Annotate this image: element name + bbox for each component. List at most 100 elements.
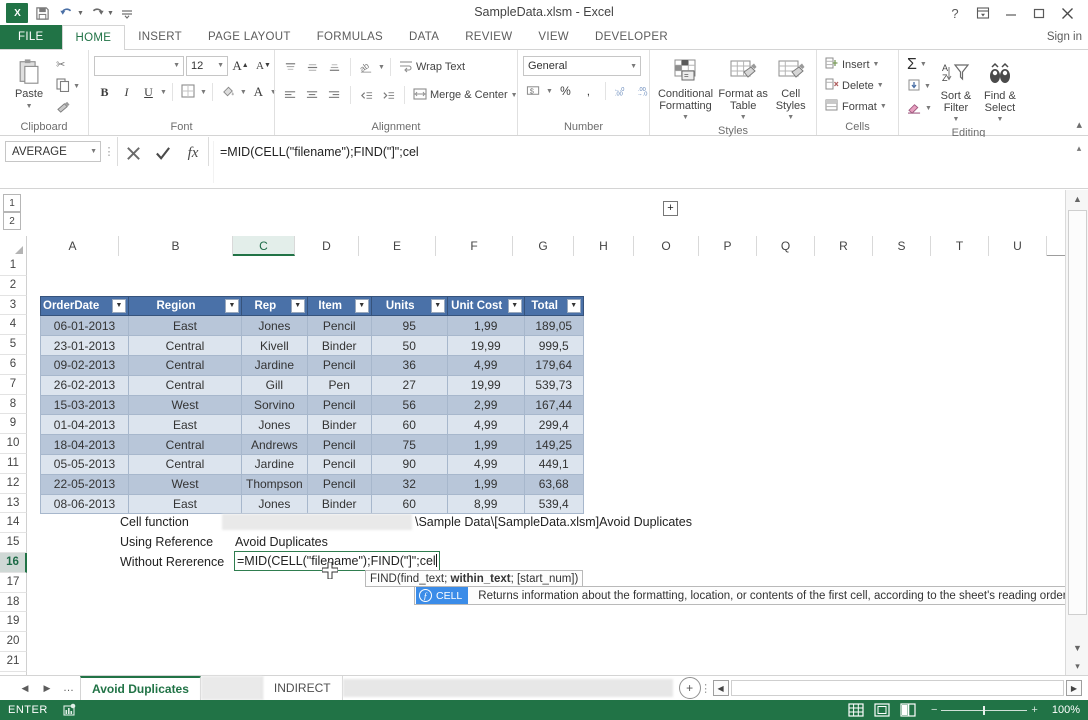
table-row[interactable]: 22-05-2013 West Thompson Pencil 32 1,99 63,68 [40,473,584,495]
tab-home[interactable]: HOME [61,25,126,50]
scroll-up-icon[interactable]: ▲ [1066,190,1088,208]
normal-view-icon[interactable] [843,700,869,720]
column-header-d[interactable]: D [295,236,359,256]
filter-icon-orderdate[interactable]: ▼ [112,298,126,313]
cell-unit-cost[interactable]: 1,99 [446,473,525,495]
insert-dropdown-arrow[interactable]: ▼ [873,61,880,68]
split-handle-icon[interactable]: ⋮ [700,678,711,698]
autocomplete-item-cell[interactable]: ƒ CELL [416,587,469,604]
cell-rep[interactable]: Jones [241,315,308,337]
row-header-8[interactable]: 8 [0,394,27,415]
cell-unit-cost[interactable]: 19,99 [446,374,525,396]
cell-item[interactable]: Pencil [306,354,372,376]
undo-icon[interactable] [55,2,79,24]
sheet-tab-indirect[interactable]: INDIRECT [263,676,343,700]
zoom-out-button[interactable]: − [931,704,937,716]
merge-center-button[interactable]: Merge & Center ▼ [410,85,521,106]
percent-style-button[interactable]: % [555,81,576,102]
name-box-dropdown-arrow[interactable]: ▼ [90,148,97,155]
table-header-total[interactable]: Total ▼ [523,295,584,317]
row-header-1[interactable]: 1 [0,256,27,276]
cell-units[interactable]: 50 [370,335,448,356]
cell-units[interactable]: 36 [370,354,448,376]
cell-orderdate[interactable]: 26-02-2013 [40,374,129,396]
font-name-dropdown-arrow[interactable]: ▼ [173,62,180,69]
cell-item[interactable]: Pencil [306,434,372,455]
find-select-dropdown-arrow[interactable]: ▼ [996,114,1003,126]
select-all-corner[interactable] [0,236,27,256]
row-header-12[interactable]: 12 [0,473,27,494]
table-header-unit-cost[interactable]: Unit Cost ▼ [446,295,525,317]
cell-unit-cost[interactable]: 19,99 [446,335,525,356]
cell-item[interactable]: Pencil [306,394,372,416]
cell-b15-label[interactable]: Using Reference [120,533,213,553]
cell-total[interactable]: 539,4 [523,493,584,515]
filter-icon-region[interactable]: ▼ [225,298,239,313]
cell-item[interactable]: Pencil [306,473,372,495]
tab-developer[interactable]: DEVELOPER [582,25,681,49]
row-header-21[interactable]: 21 [0,651,27,672]
name-box[interactable]: AVERAGE ▼ [5,141,101,162]
customize-quick-access-icon[interactable] [115,2,139,24]
row-header-5[interactable]: 5 [0,335,27,355]
cell-styles-button[interactable]: Cell Styles ▼ [770,52,811,124]
row-header-2[interactable]: 2 [0,275,27,296]
zoom-slider[interactable]: − + [921,704,1046,716]
table-row[interactable]: 08-06-2013 East Jones Binder 60 8,99 539,4 [40,493,584,515]
filter-icon-item[interactable]: ▼ [354,298,369,313]
zoom-in-button[interactable]: + [1031,704,1037,716]
font-name-combo[interactable]: ▼ [94,55,184,76]
align-top-button[interactable] [280,57,301,78]
previous-sheet-icon[interactable]: ◀ [14,678,36,698]
table-header-item[interactable]: Item ▼ [306,295,372,317]
restore-icon[interactable] [1026,1,1052,25]
cell-orderdate[interactable]: 06-01-2013 [40,315,129,337]
tab-view[interactable]: VIEW [525,25,582,49]
autosum-button[interactable]: Σ ▼ [904,54,935,75]
cell-total[interactable]: 299,4 [523,414,584,436]
font-size-dropdown-arrow[interactable]: ▼ [217,62,224,69]
clear-dropdown-arrow[interactable]: ▼ [925,105,932,112]
increase-indent-button[interactable] [378,85,399,106]
row-header-6[interactable]: 6 [0,354,27,375]
zoom-track[interactable] [941,705,1028,715]
cell-units[interactable]: 95 [370,315,448,337]
cell-total[interactable]: 999,5 [523,335,584,356]
italic-button[interactable]: I [116,82,137,103]
vertical-scrollbar[interactable]: ▲ ▼ ▾ [1065,190,1088,675]
insert-cells-button[interactable]: Insert ▼ [822,54,882,75]
filter-icon-total[interactable]: ▼ [566,298,581,313]
cell-item[interactable]: Pencil [306,453,372,475]
format-as-table-dropdown-arrow[interactable]: ▼ [740,112,747,124]
copy-dropdown-arrow[interactable]: ▼ [73,83,80,90]
vertical-scroll-thumb[interactable] [1068,210,1087,615]
hscroll-left-icon[interactable]: ◀ [712,680,729,696]
fill-color-dropdown-arrow[interactable]: ▼ [240,89,247,96]
cell-units[interactable]: 60 [370,493,448,515]
column-header-g[interactable]: G [513,236,574,256]
sign-in-link[interactable]: Sign in [1047,25,1088,49]
number-format-combo[interactable]: General ▼ [523,56,641,76]
row-header-7[interactable]: 7 [0,374,27,395]
column-header-h[interactable]: H [574,236,634,256]
column-header-c[interactable]: C [233,236,295,256]
cell-rep[interactable]: Jardine [241,354,308,376]
paste-dropdown-arrow[interactable]: ▼ [26,101,33,113]
cell-units[interactable]: 27 [370,374,448,396]
table-header-region[interactable]: Region ▼ [128,295,242,317]
more-sheets-icon[interactable]: … [58,678,80,698]
table-row[interactable]: 06-01-2013 East Jones Pencil 95 1,99 189,05 [40,315,584,337]
font-color-button[interactable]: A [248,82,269,103]
cell-unit-cost[interactable]: 8,99 [446,493,525,515]
table-row[interactable]: 09-02-2013 Central Jardine Pencil 36 4,99 179,… [40,354,584,376]
paste-button[interactable]: Paste ▼ [5,52,53,112]
fill-button[interactable]: ▼ [904,76,935,97]
sort-filter-button[interactable]: AZ Sort & Filter ▼ [935,54,977,126]
table-row[interactable]: 01-04-2013 East Jones Binder 60 4,99 299,4 [40,414,584,436]
row-header-9[interactable]: 9 [0,414,27,435]
redo-icon[interactable] [85,2,109,24]
zoom-knob[interactable] [983,705,986,715]
page-break-preview-icon[interactable] [895,700,921,720]
font-size-combo[interactable]: 12 ▼ [186,55,228,76]
cell-region[interactable]: Central [128,453,242,475]
